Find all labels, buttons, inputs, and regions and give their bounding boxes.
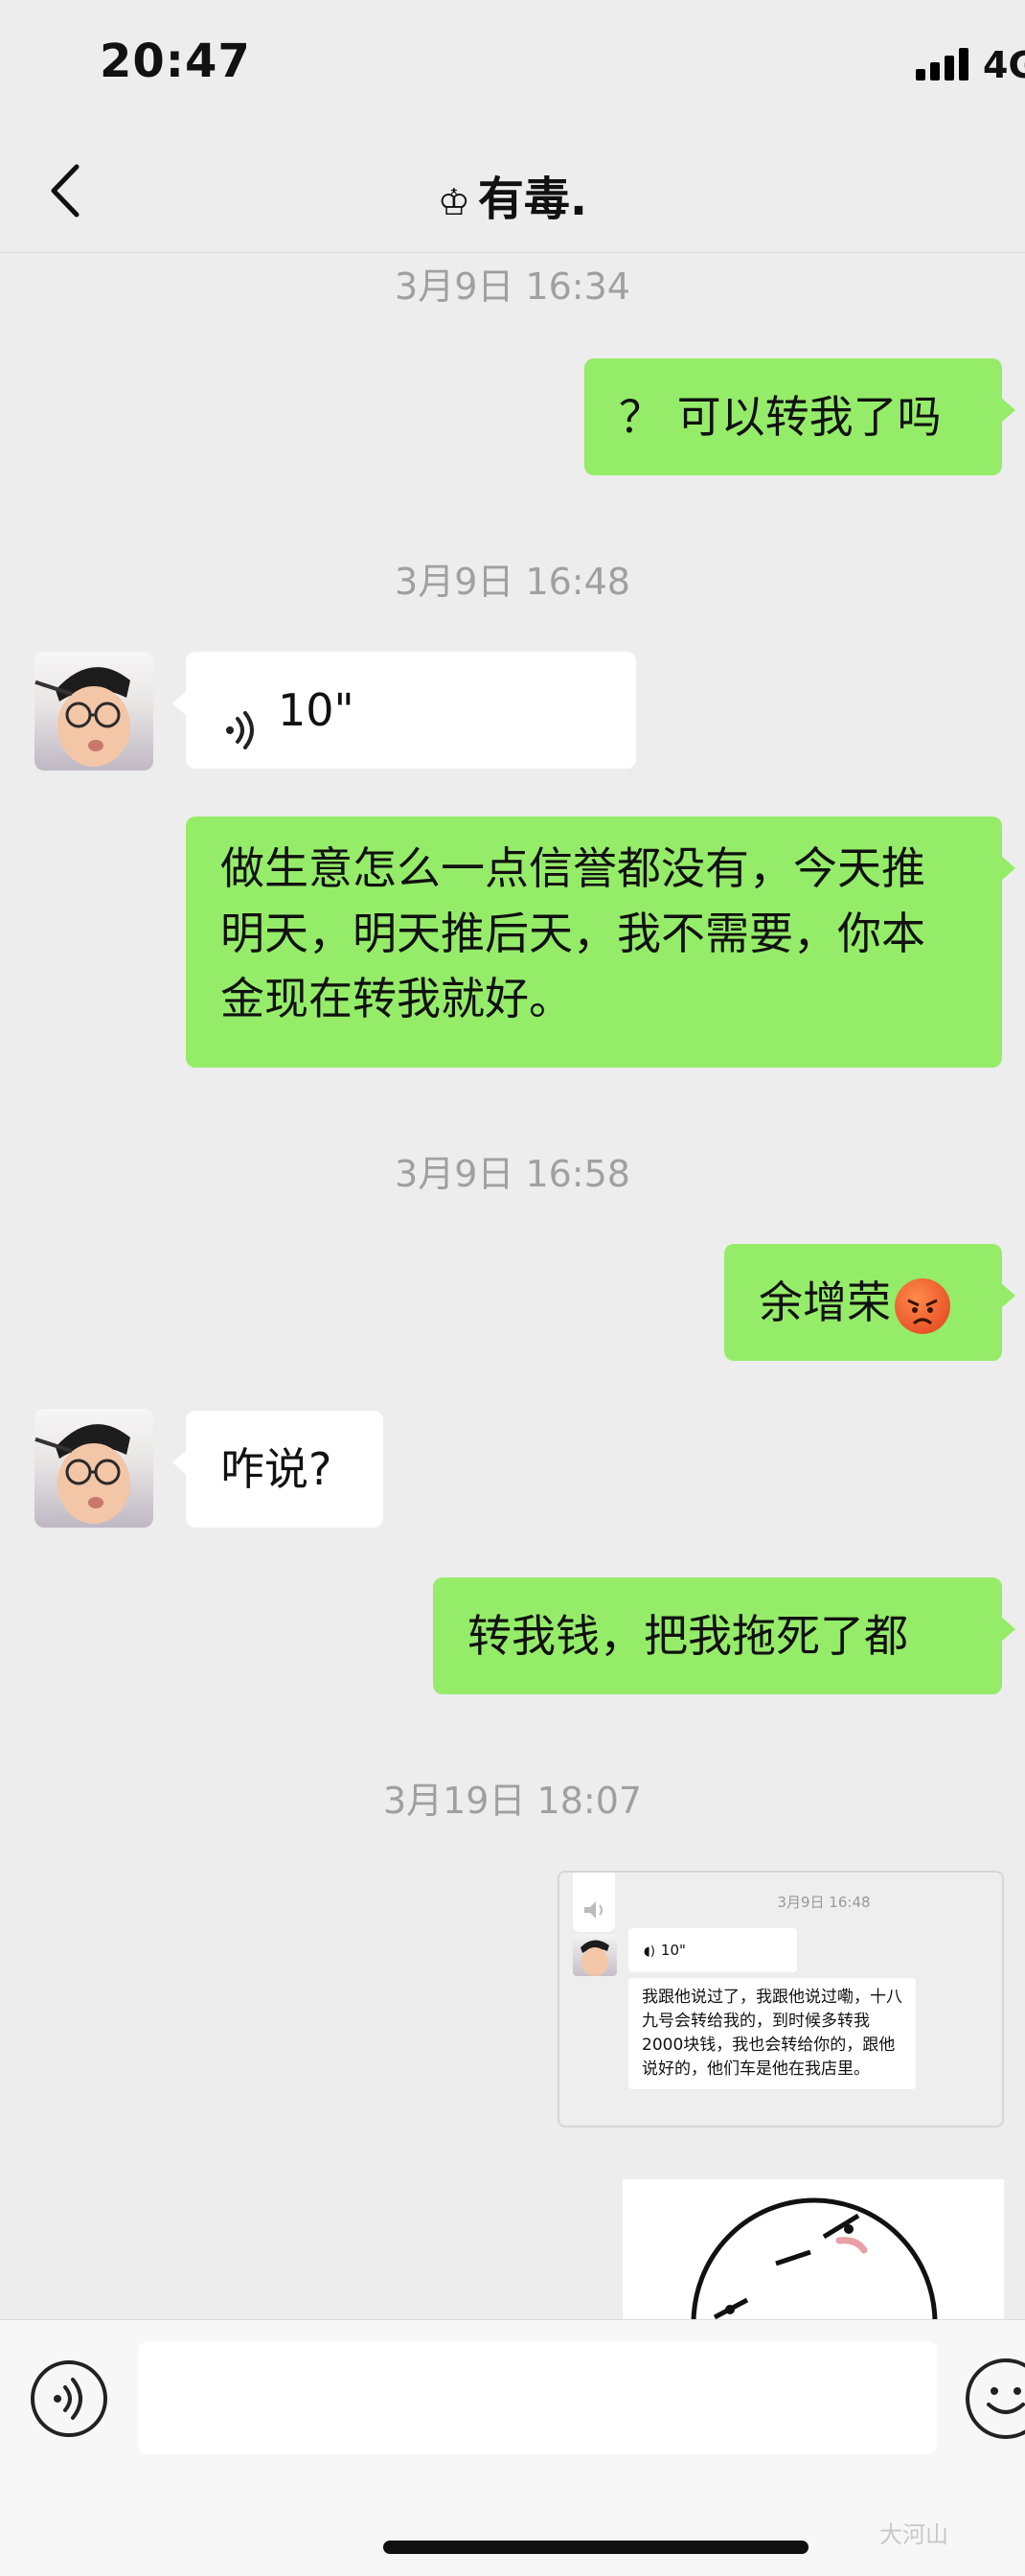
chat-title: ♔ 有毒. (0, 161, 1025, 228)
voice-message[interactable]: 10" (172, 652, 636, 769)
screenshot-image-message[interactable]: 3月9日 16:48 ◖) 10" 我跟他说过了，我跟他说过嘞，十八九号会转给我的… (558, 1871, 1004, 2128)
sticker-image-message[interactable] (623, 2179, 1004, 2321)
input-bar: 大河山 (0, 2319, 1025, 2576)
contact-avatar[interactable] (34, 1409, 153, 1528)
emoji-icon[interactable] (966, 2358, 1025, 2439)
outgoing-message[interactable]: 余增荣 (724, 1244, 1015, 1361)
outgoing-message[interactable]: 转我钱，把我拖死了都 (433, 1577, 1015, 1694)
incoming-message[interactable]: 咋说? (172, 1411, 383, 1528)
screenshot-voice-duration: 10" (660, 1942, 686, 1959)
message-timestamp: 3月9日 16:58 (395, 1153, 630, 1195)
screenshot-avatar (573, 1934, 617, 1976)
screenshot-voice: ◖) 10" (628, 1928, 797, 1972)
network-type: 4G (983, 44, 1025, 86)
voice-toggle-icon[interactable] (31, 2360, 107, 2437)
voice-icon (220, 693, 262, 749)
contact-name: 有毒. (477, 172, 588, 226)
nav-bar: ♔ 有毒. (0, 134, 1025, 253)
watermark: 大河山 (879, 2521, 948, 2548)
screenshot-timestamp: 3月9日 16:48 (777, 1894, 871, 1911)
message-text: 余增荣 (759, 1276, 891, 1328)
voice-duration: 10" (278, 684, 354, 736)
angry-face-emoji (895, 1277, 950, 1334)
voice-icon: ◖) (644, 1944, 655, 1959)
message-timestamp: 3月9日 16:34 (395, 265, 630, 308)
signal-icon (916, 48, 969, 80)
outgoing-message[interactable]: 做生意怎么一点信誉都没有，今天推明天，明天推后天，我不需要，你本金现在转我就好。 (186, 816, 1015, 1068)
status-time: 20:47 (100, 34, 251, 88)
outgoing-message[interactable]: ？ 可以转我了吗 (584, 358, 1015, 475)
home-indicator[interactable] (383, 2541, 809, 2554)
message-input[interactable] (138, 2341, 937, 2454)
status-bar: 20:47 4G (0, 0, 1025, 134)
message-timestamp: 3月9日 16:48 (395, 561, 630, 603)
message-timestamp: 3月19日 18:07 (382, 1780, 643, 1822)
contact-avatar[interactable] (34, 652, 153, 770)
screenshot-text: 我跟他说过了，我跟他说过嘞，十八九号会转给我的，到时候多转我2000块钱，我也会… (628, 1978, 916, 2089)
chat-screen: 20:47 4G ♔ 有毒. 3月9日 16:34 ？ 可以转我了吗 3月9日 1… (0, 0, 1025, 2576)
crown-icon: ♔ (437, 181, 470, 223)
